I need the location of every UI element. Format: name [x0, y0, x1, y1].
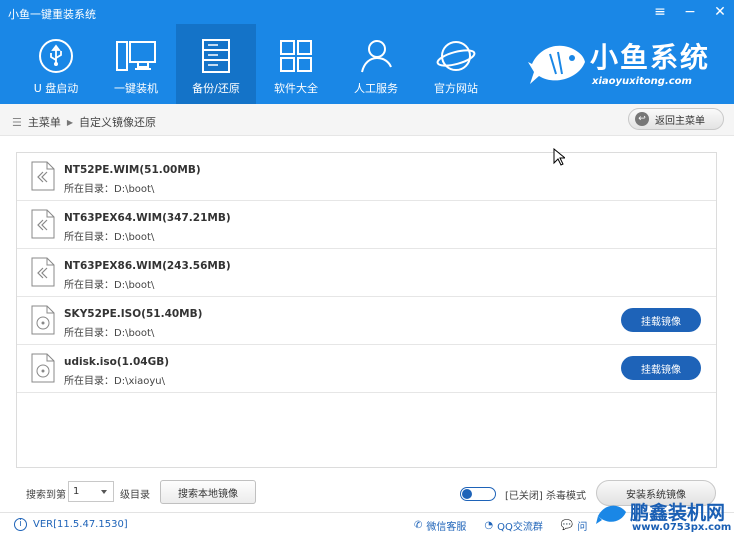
window-title: 小鱼一键重装系统	[8, 8, 96, 21]
question-label: 问	[577, 522, 588, 533]
nav-label: 一键装机	[114, 82, 158, 95]
chevron-down-icon	[101, 490, 107, 494]
server-icon	[196, 38, 236, 74]
close-icon[interactable]: ✕	[712, 2, 728, 22]
antivirus-mode-toggle[interactable]	[460, 487, 496, 501]
back-to-main-button[interactable]: ↩ 返回主菜单	[628, 108, 724, 130]
file-name: NT63PEX86.WIM(243.56MB)	[64, 260, 231, 272]
breadcrumb-current: 自定义镜像还原	[79, 116, 157, 129]
menu-icon[interactable]: ≡	[652, 2, 668, 22]
wim-file-icon	[31, 161, 55, 191]
wechat-label: 微信客服	[426, 522, 467, 533]
nav-official-site[interactable]: 官方网站	[416, 24, 496, 104]
file-directory: 所在目录：D:\boot\	[64, 184, 155, 195]
level-value: 1	[73, 486, 80, 497]
chat-icon: 💬	[560, 520, 574, 531]
nav-usb-boot[interactable]: U 盘启动	[16, 24, 96, 104]
nav-label: 备份/还原	[192, 82, 240, 95]
watermark-url: www.0753px.com	[632, 522, 732, 533]
qq-group-link[interactable]: ◔ QQ交流群	[484, 518, 542, 533]
search-local-image-button[interactable]: 搜索本地镜像	[160, 480, 256, 504]
directory-level-suffix: 级目录	[120, 490, 150, 501]
minimize-icon[interactable]: −	[682, 2, 698, 22]
directory-level-select[interactable]: 1	[68, 481, 114, 502]
monitor-icon	[116, 38, 156, 74]
file-directory: 所在目录：D:\xiaoyu\	[64, 376, 166, 387]
chevron-right-icon: ▶	[66, 117, 74, 127]
list-item[interactable]: NT52PE.WIM(51.00MB) 所在目录：D:\boot\	[17, 153, 716, 201]
question-link[interactable]: 💬 问	[561, 518, 587, 533]
toggle-knob	[462, 489, 472, 499]
list-item[interactable]: NT63PEX64.WIM(347.21MB) 所在目录：D:\boot\	[17, 201, 716, 249]
header-bar: 小鱼一键重装系统 ≡ − ✕ U 盘启动 一键装机 备份/还原 软件大全 人工服…	[0, 0, 734, 104]
usb-icon	[36, 38, 76, 74]
wim-file-icon	[31, 209, 55, 239]
watermark-logo-icon	[596, 505, 626, 524]
antivirus-mode-label: [已关闭] 杀毒模式	[505, 491, 586, 502]
nav-manual-service[interactable]: 人工服务	[336, 24, 416, 104]
list-item[interactable]: SKY52PE.ISO(51.40MB) 所在目录：D:\boot\ 挂载镜像	[17, 297, 716, 345]
nav-label: 人工服务	[354, 82, 398, 95]
nav-backup-restore[interactable]: 备份/还原	[176, 24, 256, 104]
brand-url: xiaoyuxitong.com	[592, 76, 692, 87]
mount-image-button[interactable]: 挂载镜像	[621, 356, 701, 380]
list-icon: ☰	[12, 115, 22, 129]
image-file-list: NT52PE.WIM(51.00MB) 所在目录：D:\boot\ NT63PE…	[16, 152, 717, 468]
version-text: VER[11.5.47.1530]	[33, 519, 128, 530]
qq-icon: ◔	[484, 520, 494, 531]
file-name: NT63PEX64.WIM(347.21MB)	[64, 212, 231, 224]
qq-label: QQ交流群	[497, 522, 543, 533]
watermark: 鹏鑫装机网 www.0753px.com	[596, 498, 734, 538]
fish-icon	[528, 45, 585, 84]
file-name: SKY52PE.ISO(51.40MB)	[64, 308, 203, 320]
nav-label: 软件大全	[274, 82, 318, 95]
nav-software[interactable]: 软件大全	[256, 24, 336, 104]
main-nav: U 盘启动 一键装机 备份/还原 软件大全 人工服务 官方网站	[16, 24, 496, 104]
disc-file-icon	[31, 305, 55, 335]
wim-file-icon	[31, 257, 55, 287]
list-item[interactable]: NT63PEX86.WIM(243.56MB) 所在目录：D:\boot\	[17, 249, 716, 297]
disc-file-icon	[31, 353, 55, 383]
list-item[interactable]: udisk.iso(1.04GB) 所在目录：D:\xiaoyu\ 挂载镜像	[17, 345, 716, 393]
breadcrumb-bar: ☰ 主菜单 ▶ 自定义镜像还原	[0, 104, 734, 136]
watermark-title: 鹏鑫装机网	[630, 502, 726, 524]
version-info: i VER[11.5.47.1530]	[14, 518, 128, 531]
brand-logo: 小鱼系统 xiaoyuxitong.com	[528, 34, 728, 94]
wechat-service-link[interactable]: ✆ 微信客服	[414, 518, 466, 533]
back-button-label: 返回主菜单	[655, 115, 705, 127]
search-depth-label: 搜索到第	[26, 490, 66, 501]
breadcrumb-root[interactable]: 主菜单	[28, 114, 61, 130]
file-name: udisk.iso(1.04GB)	[64, 356, 169, 368]
file-directory: 所在目录：D:\boot\	[64, 232, 155, 243]
status-links: ✆ 微信客服 ◔ QQ交流群 💬 问	[414, 518, 587, 533]
window-controls: ≡ − ✕	[652, 2, 728, 22]
nav-one-click-install[interactable]: 一键装机	[96, 24, 176, 104]
brand-name: 小鱼系统	[590, 41, 711, 74]
nav-label: 官方网站	[434, 82, 478, 95]
mouse-cursor-icon	[553, 148, 565, 166]
file-directory: 所在目录：D:\boot\	[64, 328, 155, 339]
mount-image-button[interactable]: 挂载镜像	[621, 308, 701, 332]
nav-label: U 盘启动	[33, 82, 79, 95]
back-arrow-icon: ↩	[635, 112, 649, 126]
breadcrumb: ☰ 主菜单 ▶ 自定义镜像还原	[12, 114, 156, 130]
grid-icon	[276, 38, 316, 74]
file-name: NT52PE.WIM(51.00MB)	[64, 164, 201, 176]
file-directory: 所在目录：D:\boot\	[64, 280, 155, 291]
person-icon	[356, 38, 396, 74]
wechat-icon: ✆	[414, 520, 423, 531]
info-icon: i	[14, 518, 27, 531]
globe-icon	[436, 38, 476, 74]
